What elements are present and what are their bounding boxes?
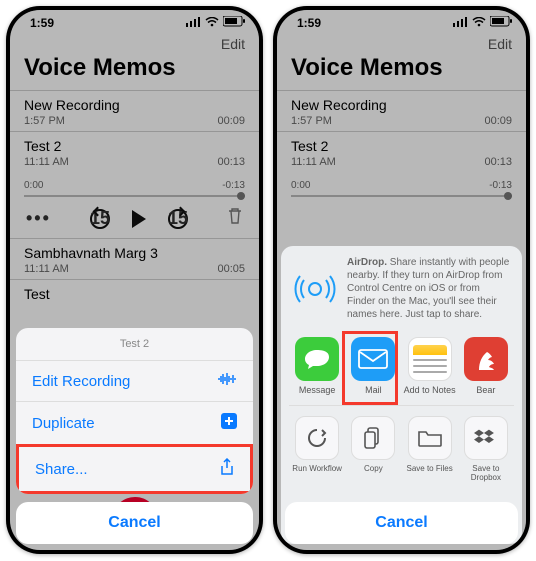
share-app-message[interactable]: Message <box>289 337 345 395</box>
copy-icon <box>351 416 395 460</box>
share-app-mail[interactable]: Mail <box>345 337 401 395</box>
battery-icon <box>490 16 512 30</box>
workflow-icon <box>295 416 339 460</box>
edit-button[interactable]: Edit <box>488 36 512 52</box>
status-bar: 1:59 <box>10 10 259 32</box>
status-time: 1:59 <box>297 16 321 30</box>
action-save-files[interactable]: Save to Files <box>402 416 458 482</box>
folder-icon <box>408 416 452 460</box>
action-copy[interactable]: Copy <box>345 416 401 482</box>
cancel-button[interactable]: Cancel <box>285 502 518 544</box>
wifi-icon <box>472 16 486 30</box>
dropbox-icon <box>464 416 508 460</box>
share-sheet: AirDrop. Share instantly with people nea… <box>281 246 522 544</box>
status-time: 1:59 <box>30 16 54 30</box>
edit-button[interactable]: Edit <box>221 36 245 52</box>
duplicate-icon <box>221 413 237 433</box>
share-button[interactable]: Share... <box>16 444 253 494</box>
battery-icon <box>223 16 245 30</box>
memo-name: New Recording <box>24 97 245 113</box>
status-bar: 1:59 <box>277 10 526 32</box>
airdrop-icon[interactable] <box>293 256 337 321</box>
cancel-button[interactable]: Cancel <box>16 502 253 544</box>
play-icon[interactable] <box>132 210 146 228</box>
page-title: Voice Memos <box>277 54 526 90</box>
scrubber[interactable] <box>291 195 512 197</box>
cellular-icon <box>186 16 201 30</box>
duplicate-button[interactable]: Duplicate <box>16 401 253 444</box>
trash-icon[interactable] <box>227 207 243 230</box>
skip-back-icon[interactable]: 15 <box>90 209 110 229</box>
cellular-icon <box>453 16 468 30</box>
more-icon[interactable]: ••• <box>26 208 51 229</box>
memo-name: Sambhavnath Marg 3 <box>24 245 245 261</box>
phone-left: 1:59 Edit Voice Memos New Recording 1:57… <box>6 6 263 554</box>
share-icon <box>220 458 234 480</box>
memo-name: Test <box>24 286 245 302</box>
scrubber[interactable] <box>24 195 245 197</box>
action-dropbox[interactable]: Save to Dropbox <box>458 416 514 482</box>
memo-row[interactable]: Test 2 11:11 AM00:13 <box>277 131 526 172</box>
message-icon <box>295 337 339 381</box>
memo-row[interactable]: Sambhavnath Marg 3 11:11 AM00:05 <box>10 238 259 279</box>
memo-row[interactable]: New Recording 1:57 PM00:09 <box>10 90 259 131</box>
share-app-notes[interactable]: Add to Notes <box>402 337 458 395</box>
waveform-icon <box>217 372 237 390</box>
memo-name: Test 2 <box>24 138 245 154</box>
action-workflow[interactable]: Run Workflow <box>289 416 345 482</box>
memo-row[interactable]: New Recording 1:57 PM00:09 <box>277 90 526 131</box>
phone-right: 1:59 Edit Voice Memos New Recording 1:57… <box>273 6 530 554</box>
skip-forward-icon[interactable]: 15 <box>168 209 188 229</box>
edit-recording-button[interactable]: Edit Recording <box>16 360 253 401</box>
memo-row[interactable]: Test 2 11:11 AM00:13 <box>10 131 259 172</box>
action-sheet: Test 2 Edit Recording Duplicate Share...… <box>16 328 253 544</box>
page-title: Voice Memos <box>10 54 259 90</box>
memo-row[interactable]: Test <box>10 279 259 306</box>
wifi-icon <box>205 16 219 30</box>
sheet-title: Test 2 <box>16 328 253 360</box>
share-app-bear[interactable]: Bear <box>458 337 514 395</box>
bear-icon <box>464 337 508 381</box>
airdrop-text: AirDrop. Share instantly with people nea… <box>347 256 510 321</box>
notes-icon <box>408 337 452 381</box>
